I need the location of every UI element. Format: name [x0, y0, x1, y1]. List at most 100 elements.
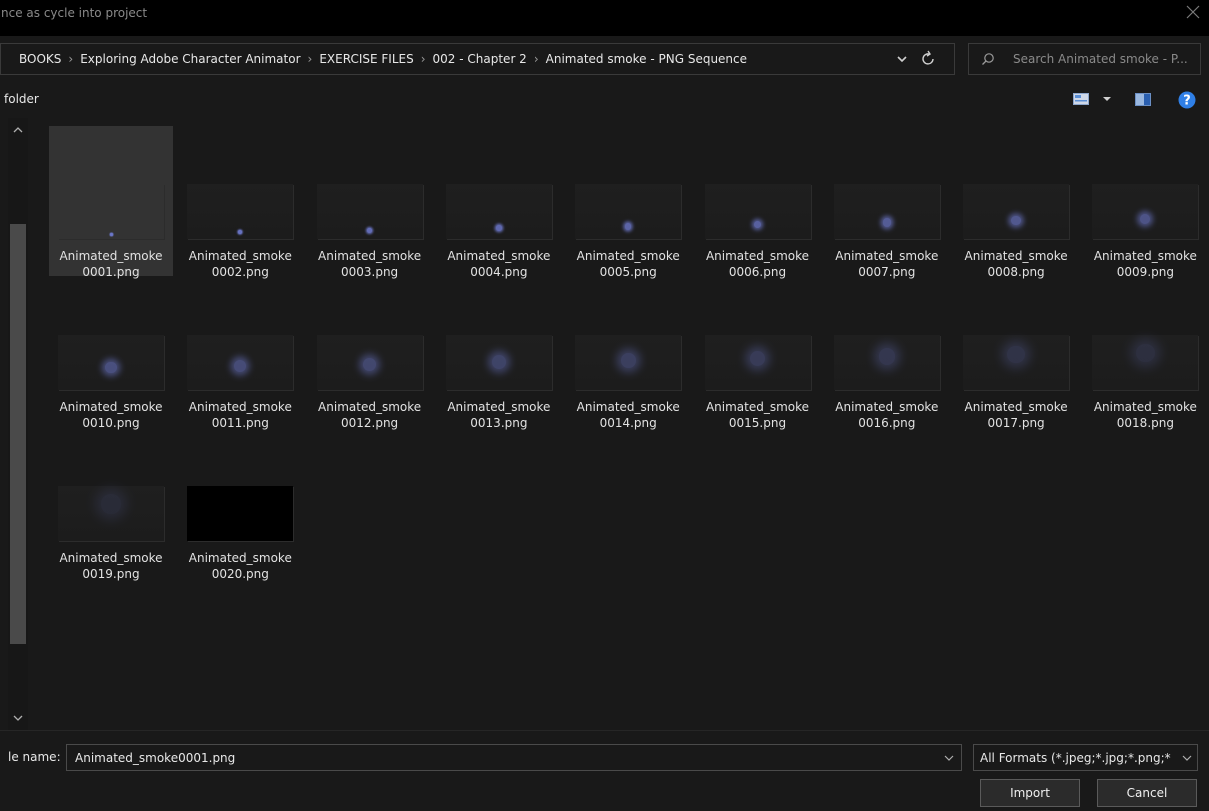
file-item[interactable]: Animated_smoke 0005.png: [566, 126, 690, 279]
file-thumbnail: [58, 335, 164, 390]
breadcrumb-separator[interactable]: ›: [534, 52, 539, 66]
address-area: BOOKS › Exploring Adobe Character Animator…: [0, 36, 1209, 82]
file-item[interactable]: Animated_smoke 0011.png: [178, 277, 302, 430]
file-item[interactable]: Animated_smoke 0014.png: [566, 277, 690, 430]
smoke-particle: [1140, 213, 1151, 224]
file-name: Animated_smoke 0013.png: [437, 399, 561, 431]
file-name-label: le name:: [8, 750, 61, 764]
breadcrumb-item[interactable]: Animated smoke - PNG Sequence: [546, 52, 747, 66]
file-item[interactable]: Animated_smoke 0007.png: [825, 126, 949, 279]
smoke-particle: [109, 232, 113, 236]
chevron-down-icon[interactable]: [1181, 752, 1193, 764]
file-name: Animated_smoke 0002.png: [178, 248, 302, 280]
file-thumbnail: [445, 184, 552, 239]
file-item[interactable]: Animated_smoke 0004.png: [437, 126, 561, 279]
file-name: Animated_smoke 0015.png: [696, 399, 820, 431]
search-placeholder: Search Animated smoke - P...: [1013, 52, 1188, 66]
breadcrumb-item[interactable]: 002 - Chapter 2: [433, 52, 527, 66]
file-thumbnail: [833, 335, 940, 390]
file-item[interactable]: Animated_smoke 0001.png: [49, 126, 173, 279]
file-item[interactable]: Animated_smoke 0013.png: [437, 277, 561, 430]
file-name: Animated_smoke 0014.png: [566, 399, 690, 431]
smoke-particle: [1136, 343, 1155, 363]
file-item[interactable]: Animated_smoke 0008.png: [954, 126, 1078, 279]
smoke-particle: [363, 357, 377, 371]
file-item[interactable]: Animated_smoke 0003.png: [308, 126, 432, 279]
file-name-line: Animated_smoke: [576, 400, 680, 414]
breadcrumb-separator[interactable]: ›: [421, 52, 426, 66]
chevron-down-icon[interactable]: [1101, 94, 1113, 104]
file-name: Animated_smoke 0003.png: [308, 248, 432, 280]
scrollbar-thumb[interactable]: [10, 224, 26, 644]
file-item[interactable]: Animated_smoke 0018.png: [1083, 277, 1207, 430]
file-name-line: Animated_smoke: [964, 400, 1068, 414]
file-thumbnail: [704, 335, 811, 390]
preview-pane-icon[interactable]: [1135, 93, 1151, 106]
file-item[interactable]: Animated_smoke 0017.png: [954, 277, 1078, 430]
smoke-particle: [878, 348, 896, 365]
file-name: Animated_smoke 0009.png: [1083, 248, 1207, 280]
file-item[interactable]: Animated_smoke 0009.png: [1083, 126, 1207, 279]
breadcrumb-separator[interactable]: ›: [308, 52, 313, 66]
file-thumbnail: [187, 335, 294, 390]
smoke-particle: [620, 352, 636, 368]
smoke-particle: [234, 360, 247, 372]
file-thumbnail: [575, 184, 682, 239]
chevron-down-icon[interactable]: [891, 48, 913, 70]
file-name-line: Animated_smoke: [705, 400, 810, 414]
smoke-particle: [882, 218, 891, 227]
breadcrumb-item[interactable]: EXERCISE FILES: [319, 52, 413, 66]
search-box[interactable]: Search Animated smoke - P...: [968, 43, 1201, 75]
file-thumbnail: [187, 486, 294, 541]
file-name-line: Animated_smoke: [318, 249, 422, 263]
search-icon: [982, 53, 994, 65]
new-folder-button[interactable]: folder: [4, 92, 39, 106]
import-button[interactable]: Import: [980, 779, 1080, 807]
file-item[interactable]: Animated_smoke 0019.png: [49, 428, 173, 581]
file-name-line: Animated_smoke: [1093, 400, 1197, 414]
smoke-particle: [496, 225, 502, 232]
file-name-line: Animated_smoke: [705, 249, 810, 263]
file-item[interactable]: Animated_smoke 0002.png: [178, 126, 302, 279]
file-item[interactable]: Animated_smoke 0010.png: [49, 277, 173, 430]
help-icon[interactable]: ?: [1178, 91, 1196, 109]
refresh-icon[interactable]: [917, 48, 941, 70]
file-name-line: Animated_smoke: [1093, 249, 1197, 263]
chevron-up-icon[interactable]: [12, 124, 24, 136]
file-item[interactable]: Animated_smoke 0016.png: [825, 277, 949, 430]
file-name-line: 0012.png: [340, 416, 399, 430]
toolbar: folder ?: [0, 82, 1209, 118]
close-icon[interactable]: [1185, 4, 1201, 20]
file-name-line: Animated_smoke: [576, 249, 680, 263]
file-item[interactable]: Animated_smoke 0012.png: [308, 277, 432, 430]
breadcrumb-item[interactable]: Exploring Adobe Character Animator: [80, 52, 300, 66]
cancel-button[interactable]: Cancel: [1097, 779, 1197, 807]
chevron-down-icon[interactable]: [943, 752, 955, 764]
file-name-line: Animated_smoke: [59, 249, 163, 263]
file-thumbnail: [1092, 184, 1199, 239]
chevron-down-icon[interactable]: [12, 712, 24, 724]
file-item[interactable]: Animated_smoke 0020.png: [178, 428, 302, 581]
file-thumbnail: [187, 184, 294, 239]
breadcrumb[interactable]: BOOKS › Exploring Adobe Character Animator…: [0, 43, 955, 75]
file-name: Animated_smoke 0001.png: [49, 248, 173, 280]
file-thumbnail: [58, 184, 164, 239]
file-thumbnail: [1092, 335, 1199, 390]
view-mode-icon[interactable]: [1073, 93, 1089, 105]
file-item[interactable]: Animated_smoke 0006.png: [696, 126, 820, 279]
file-name-line: Animated_smoke: [447, 400, 551, 414]
file-name-line: 0013.png: [470, 416, 528, 430]
breadcrumb-separator[interactable]: ›: [68, 52, 73, 66]
file-name: Animated_smoke 0011.png: [178, 399, 302, 431]
file-name-line: 0019.png: [82, 567, 140, 581]
vertical-scrollbar[interactable]: [8, 118, 28, 730]
file-thumbnail: [58, 486, 164, 541]
file-name: Animated_smoke 0019.png: [49, 550, 173, 582]
file-name-line: Animated_smoke: [835, 249, 939, 263]
breadcrumb-item[interactable]: BOOKS: [19, 52, 61, 66]
file-name-input[interactable]: Animated_smoke0001.png: [66, 744, 962, 771]
file-name-line: Animated_smoke: [59, 551, 163, 565]
file-name-line: Animated_smoke: [447, 249, 551, 263]
file-type-select[interactable]: All Formats (*.jpeg;*.jpg;*.png;*: [973, 744, 1198, 771]
file-item[interactable]: Animated_smoke 0015.png: [696, 277, 820, 430]
